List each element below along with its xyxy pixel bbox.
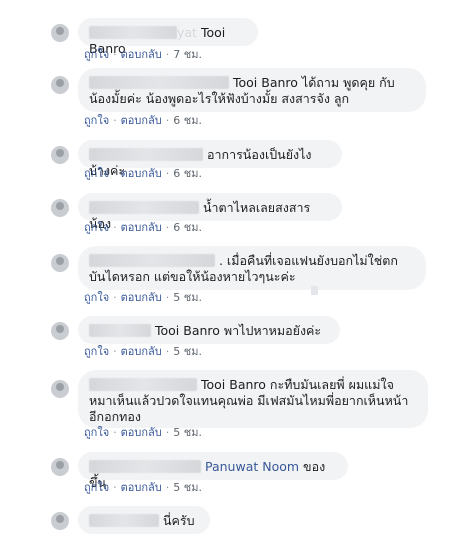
- timestamp[interactable]: 6 ชม.: [173, 167, 202, 180]
- separator: ·: [113, 114, 117, 127]
- avatar[interactable]: [51, 254, 69, 272]
- redacted-name: [89, 514, 159, 527]
- separator: ·: [165, 167, 170, 180]
- separator: ·: [165, 114, 170, 127]
- separator: ·: [113, 345, 117, 358]
- like-link[interactable]: ถูกใจ: [84, 114, 109, 127]
- avatar[interactable]: [51, 146, 69, 164]
- comment-bubble: Tooi Banro ได้ถาม พูดคุย กับน้องมั้ยค่ะ …: [78, 68, 426, 112]
- like-link[interactable]: ถูกใจ: [84, 48, 109, 61]
- redacted-name: [89, 76, 229, 89]
- comment-bubble: . เมื่อคืนที่เจอแฟนยังบอกไม่ใช่ตกบันไดหร…: [78, 246, 426, 290]
- separator: ·: [165, 221, 170, 234]
- avatar[interactable]: [51, 322, 69, 340]
- reply-link[interactable]: ตอบกลับ: [121, 426, 162, 439]
- comment-bubble: น้ำตาไหลเลยสงสารน้อง: [78, 193, 342, 231]
- timestamp[interactable]: 5 ชม.: [173, 481, 202, 494]
- comment-text: พาไปหาหมอยังค่ะ: [223, 323, 322, 338]
- comment-actions: ถูกใจ · ตอบกลับ · 5 ชม.: [84, 291, 202, 305]
- comment-text: นี่ครับ: [162, 513, 195, 528]
- reply-link[interactable]: ตอบกลับ: [121, 221, 162, 234]
- separator: ·: [165, 426, 170, 439]
- mention-link[interactable]: Panuwat Noom: [205, 459, 299, 474]
- like-link[interactable]: ถูกใจ: [84, 345, 109, 358]
- timestamp[interactable]: 5 ชม.: [173, 291, 202, 304]
- comment-actions: ถูกใจ · ตอบกลับ · 6 ชม.: [84, 221, 202, 235]
- reply-link[interactable]: ตอบกลับ: [121, 345, 162, 358]
- timestamp[interactable]: 7 ชม.: [173, 48, 202, 61]
- redacted-name: [89, 201, 199, 214]
- separator: ·: [113, 481, 117, 494]
- like-link[interactable]: ถูกใจ: [84, 167, 109, 180]
- reply-link[interactable]: ตอบกลับ: [121, 291, 162, 304]
- reply-link[interactable]: ตอบกลับ: [121, 167, 162, 180]
- redacted-name: [89, 460, 201, 473]
- mention-link[interactable]: Tooi Banro: [233, 75, 298, 90]
- comment-actions: ถูกใจ · ตอบกลับ · 7 ชม.: [84, 48, 202, 62]
- separator: ·: [113, 291, 117, 304]
- redacted-name: [89, 254, 215, 267]
- comment-bubble: yat Tooi Banro: [78, 18, 258, 56]
- comment-bubble: นี่ครับ: [78, 506, 210, 534]
- comment-bubble: อาการน้องเป็นยังไงบ้างค่ะ: [78, 140, 342, 178]
- timestamp[interactable]: 5 ชม.: [173, 426, 202, 439]
- separator: ·: [165, 48, 170, 61]
- avatar[interactable]: [51, 24, 69, 42]
- avatar[interactable]: [51, 199, 69, 217]
- avatar[interactable]: [51, 76, 69, 94]
- commenter-name-tail[interactable]: yat: [177, 25, 197, 40]
- mention-link[interactable]: Tooi Banro: [201, 377, 266, 392]
- separator: ·: [165, 481, 170, 494]
- comment-actions: ถูกใจ · ตอบกลับ · 5 ชม.: [84, 426, 202, 440]
- scroll-marker: [311, 286, 318, 295]
- timestamp[interactable]: 6 ชม.: [173, 114, 202, 127]
- like-link[interactable]: ถูกใจ: [84, 481, 109, 494]
- separator: ·: [113, 221, 117, 234]
- separator: ·: [113, 167, 117, 180]
- redacted-name: [89, 26, 177, 39]
- comment-bubble: Tooi Banro กะทืบมันเลยพี่ ผมแม่ใจหมาเห็น…: [78, 370, 428, 428]
- separator: ·: [113, 426, 117, 439]
- comment-bubble: Tooi Banro พาไปหาหมอยังค่ะ: [78, 316, 340, 344]
- reply-link[interactable]: ตอบกลับ: [121, 48, 162, 61]
- timestamp[interactable]: 5 ชม.: [173, 345, 202, 358]
- timestamp[interactable]: 6 ชม.: [173, 221, 202, 234]
- mention-link[interactable]: Tooi Banro: [155, 323, 220, 338]
- avatar[interactable]: [51, 380, 69, 398]
- like-link[interactable]: ถูกใจ: [84, 221, 109, 234]
- comment-actions: ถูกใจ · ตอบกลับ · 6 ชม.: [84, 114, 202, 128]
- avatar[interactable]: [51, 458, 69, 476]
- like-link[interactable]: ถูกใจ: [84, 426, 109, 439]
- separator: ·: [113, 48, 117, 61]
- comment-actions: ถูกใจ · ตอบกลับ · 5 ชม.: [84, 345, 202, 359]
- reply-link[interactable]: ตอบกลับ: [121, 114, 162, 127]
- separator: ·: [165, 345, 170, 358]
- comment-actions: ถูกใจ · ตอบกลับ · 5 ชม.: [84, 481, 202, 495]
- avatar[interactable]: [51, 512, 69, 530]
- comment-actions: ถูกใจ · ตอบกลับ · 6 ชม.: [84, 167, 202, 181]
- like-link[interactable]: ถูกใจ: [84, 291, 109, 304]
- redacted-name: [89, 378, 197, 391]
- redacted-name: [89, 324, 151, 337]
- separator: ·: [165, 291, 170, 304]
- comment-bubble: Panuwat Noom ของขึ้น: [78, 452, 348, 490]
- redacted-name: [89, 148, 203, 161]
- reply-link[interactable]: ตอบกลับ: [121, 481, 162, 494]
